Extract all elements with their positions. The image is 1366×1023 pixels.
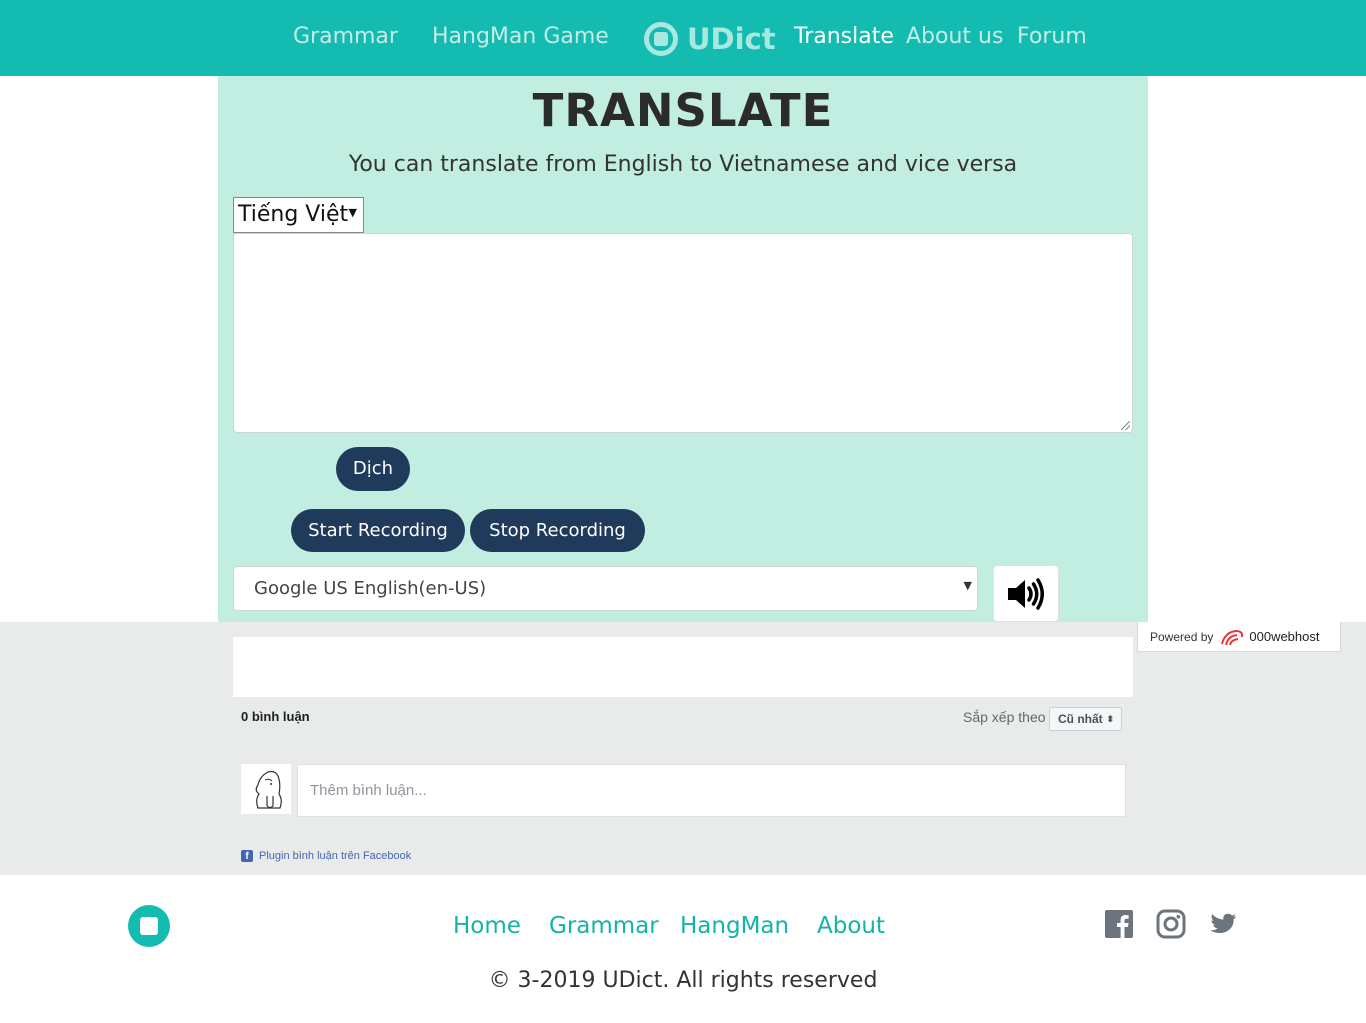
comment-input-placeholder: Thêm bình luận...: [310, 782, 427, 799]
footer-logo-icon[interactable]: [128, 905, 170, 947]
webhost-logo-icon: [1221, 629, 1244, 645]
plugin-label: Plugin bình luận trên Facebook: [259, 850, 412, 862]
copyright-text: © 3-2019 UDict. All rights reserved: [488, 968, 878, 993]
translate-panel: TRANSLATE You can translate from English…: [218, 76, 1148, 622]
chevron-down-icon: ▼: [963, 579, 972, 592]
logo-icon: [644, 22, 678, 56]
top-navbar: Grammar HangMan Game UDict Translate Abo…: [0, 0, 1366, 76]
facebook-plugin-link[interactable]: f Plugin bình luận trên Facebook: [241, 850, 411, 862]
speak-button[interactable]: [993, 565, 1059, 622]
language-select[interactable]: Tiếng Việt ▼: [233, 197, 364, 233]
page-subtitle: You can translate from English to Vietna…: [348, 152, 1018, 177]
facebook-icon[interactable]: [1104, 909, 1134, 939]
nav-grammar-link[interactable]: Grammar: [293, 24, 398, 49]
footer-hangman-link[interactable]: HangMan: [680, 913, 789, 939]
footer: Home Grammar HangMan About © 3-2019 UDic…: [0, 875, 1366, 1023]
stop-recording-button[interactable]: Stop Recording: [470, 509, 645, 552]
powered-brand: 000webhost: [1249, 629, 1320, 644]
sort-select[interactable]: Cũ nhất ⬍: [1049, 707, 1122, 731]
nav-hangman-link[interactable]: HangMan Game: [432, 24, 609, 49]
page-title: TRANSLATE: [532, 84, 834, 137]
nav-about-link[interactable]: About us: [906, 24, 1003, 49]
footer-grammar-link[interactable]: Grammar: [549, 913, 659, 939]
nav-translate-link[interactable]: Translate: [794, 24, 894, 49]
powered-by-badge[interactable]: Powered by 000webhost: [1137, 622, 1341, 652]
speaker-icon: [1008, 577, 1044, 610]
default-avatar-icon: [241, 764, 291, 814]
comment-count: 0 bình luận: [241, 709, 310, 724]
twitter-icon[interactable]: [1208, 909, 1238, 939]
comment-input[interactable]: Thêm bình luận...: [297, 764, 1126, 817]
resize-handle-icon[interactable]: [1121, 421, 1130, 430]
avatar: [241, 764, 291, 814]
voice-select[interactable]: Google US English(en-US) ▼: [233, 566, 978, 611]
sort-label: Sắp xếp theo: [963, 709, 1046, 725]
sort-arrows-icon: ⬍: [1106, 714, 1114, 724]
facebook-icon: f: [241, 850, 253, 862]
comments-header-box: [233, 637, 1133, 697]
start-recording-button[interactable]: Start Recording: [291, 509, 465, 552]
footer-about-link[interactable]: About: [817, 913, 885, 939]
language-selected-value: Tiếng Việt: [238, 202, 349, 227]
chevron-down-icon: ▼: [348, 206, 357, 219]
instagram-icon[interactable]: [1156, 909, 1186, 939]
nav-forum-link[interactable]: Forum: [1017, 24, 1087, 49]
brand-name: UDict: [687, 22, 776, 56]
voice-selected-value: Google US English(en-US): [254, 578, 487, 599]
translate-button[interactable]: Dịch: [336, 447, 410, 491]
powered-label: Powered by: [1150, 629, 1214, 644]
facebook-comments-section: 0 bình luận Sắp xếp theo Cũ nhất ⬍ Thêm …: [0, 622, 1366, 875]
sort-selected-value: Cũ nhất: [1058, 712, 1103, 726]
brand-logo-link[interactable]: UDict: [644, 21, 776, 57]
translate-textarea[interactable]: [233, 233, 1133, 433]
footer-home-link[interactable]: Home: [453, 913, 521, 939]
